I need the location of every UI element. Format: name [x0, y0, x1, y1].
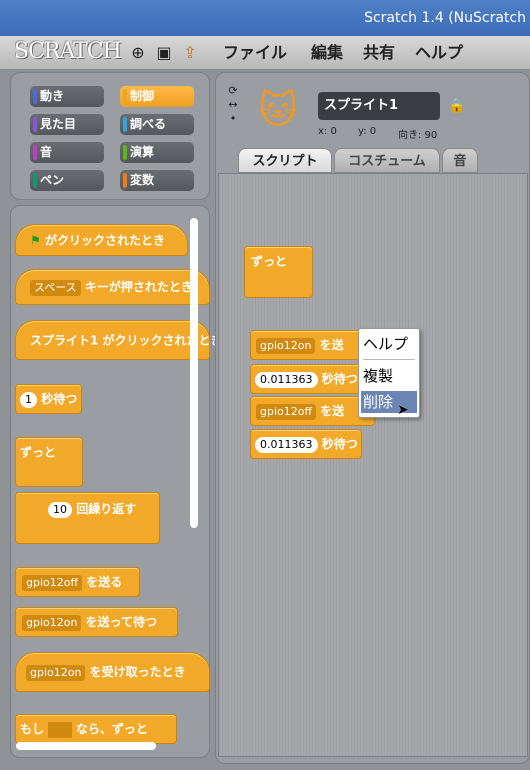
tab-scripts[interactable]: スクリプト [238, 148, 332, 173]
category-color-bar [33, 145, 37, 160]
block-label: 秒待つ [41, 392, 78, 406]
category-label: 動き [40, 89, 65, 103]
block-label: 秒待つ [321, 437, 358, 451]
block-when-flag-clicked[interactable]: ⚑ がクリックされたとき [15, 224, 188, 256]
block-label: を送る [86, 575, 123, 589]
block-label: なら、ずっと [75, 722, 148, 736]
category-operators[interactable]: 演算 [120, 142, 194, 163]
block-label: もし [20, 722, 45, 736]
category-color-bar [33, 89, 37, 104]
broadcast-dropdown[interactable]: gpio12on [256, 338, 316, 354]
category-looks[interactable]: 見た目 [30, 114, 104, 135]
menu-bar: SCRATCH ⊕ ▣ ⇪ ファイル 編集 共有 ヘルプ [0, 36, 530, 70]
block-label: キーが押されたとき [84, 280, 193, 294]
palette-vertical-scrollbar[interactable] [190, 218, 198, 528]
lock-icon[interactable]: 🔒 [448, 98, 465, 114]
block-label: を送 [320, 404, 345, 418]
context-menu: ヘルプ 複製 削除 [358, 328, 420, 418]
tab-sounds[interactable]: 音 [442, 148, 478, 173]
category-label: 変数 [130, 173, 155, 187]
broadcast-dropdown[interactable]: gpio12off [22, 575, 83, 591]
broadcast-wait-dropdown[interactable]: gpio12on [22, 615, 82, 631]
category-label: 調べる [130, 117, 167, 131]
scratch-logo: SCRATCH [14, 39, 122, 64]
language-globe-icon[interactable]: ⊕ [128, 43, 148, 63]
category-color-bar [123, 145, 127, 160]
share-upload-icon[interactable]: ⇪ [180, 43, 200, 63]
category-pen[interactable]: ペン [30, 170, 104, 191]
category-variables[interactable]: 変数 [120, 170, 194, 191]
sprite-name-field[interactable]: スプライト1 [318, 92, 440, 120]
script-broadcast-off-block[interactable]: gpio12off を送 [250, 396, 375, 426]
block-label: を送 [319, 338, 344, 352]
block-label: 回繰り返す [76, 502, 137, 516]
sprite-direction: 向き: 90 [398, 130, 438, 141]
sprite-x: x: 0 [318, 126, 337, 137]
menu-edit[interactable]: 編集 [311, 41, 343, 65]
tab-costumes[interactable]: コスチューム [334, 148, 440, 173]
category-color-bar [33, 117, 37, 132]
wait-seconds-input[interactable]: 0.011363 [255, 372, 318, 388]
block-forever-if[interactable]: もし なら、ずっと [15, 714, 177, 744]
window-title: Scratch 1.4 (NuScratch [364, 10, 526, 26]
block-broadcast-and-wait[interactable]: gpio12on を送って待つ [15, 607, 178, 637]
wait-seconds-input[interactable]: 0.011363 [255, 437, 318, 453]
green-flag-icon: ⚑ [30, 233, 41, 248]
receive-dropdown[interactable]: gpio12on [26, 665, 86, 681]
block-broadcast[interactable]: gpio12off を送る [15, 567, 140, 597]
block-repeat[interactable]: 10 回繰り返す [15, 492, 160, 544]
block-wait[interactable]: 1 秒待つ [15, 384, 82, 414]
menu-divider [363, 359, 415, 360]
sprite-y: y: 0 [358, 126, 377, 137]
category-label: 演算 [130, 145, 155, 159]
block-when-sprite-clicked[interactable]: スプライト1 がクリックされたとき [15, 320, 223, 360]
category-label: ペン [40, 173, 65, 187]
save-icon[interactable]: ▣ [154, 43, 174, 63]
category-color-bar [123, 89, 127, 104]
block-label: がクリックされたとき [44, 233, 165, 248]
script-wait-block[interactable]: 0.011363 秒待つ [250, 429, 362, 459]
context-menu-duplicate[interactable]: 複製 [361, 365, 417, 387]
category-motion[interactable]: 動き [30, 86, 104, 107]
block-label: を送って待つ [85, 615, 158, 629]
broadcast-dropdown[interactable]: gpio12off [256, 404, 317, 420]
block-label: ずっと [251, 254, 288, 269]
block-when-key-pressed[interactable]: スペース キーが押されたとき [15, 269, 210, 305]
category-control[interactable]: 制御 [120, 86, 194, 107]
category-color-bar [123, 173, 127, 188]
category-sensing[interactable]: 調べる [120, 114, 194, 135]
menu-file[interactable]: ファイル [223, 41, 287, 65]
script-forever-block[interactable]: ずっと [244, 246, 313, 298]
menu-help[interactable]: ヘルプ [415, 41, 463, 65]
palette-horizontal-scrollbar[interactable] [16, 742, 156, 750]
repeat-count-input[interactable]: 10 [48, 502, 72, 518]
script-wait-block[interactable]: 0.011363 秒待つ [250, 364, 362, 394]
condition-slot[interactable] [48, 722, 72, 738]
category-sound[interactable]: 音 [30, 142, 104, 163]
window-title-bar: Scratch 1.4 (NuScratch [0, 0, 530, 36]
category-label: 制御 [130, 89, 155, 103]
mouse-cursor-icon: ➤ [397, 402, 409, 418]
category-label: 見た目 [40, 117, 77, 131]
wait-seconds-input[interactable]: 1 [20, 392, 37, 408]
rotation-style-icons[interactable]: ⟳ ↔ • [226, 84, 240, 130]
script-broadcast-on-block[interactable]: gpio12on を送 [250, 330, 368, 360]
category-color-bar [33, 173, 37, 188]
block-label: ずっと [20, 445, 57, 460]
menu-share[interactable]: 共有 [363, 41, 395, 65]
block-label: を受け取ったとき [89, 665, 186, 679]
block-when-receive[interactable]: gpio12on を受け取ったとき [15, 652, 210, 692]
block-forever[interactable]: ずっと [15, 437, 83, 487]
key-dropdown[interactable]: スペース [30, 280, 81, 296]
category-label: 音 [40, 145, 53, 159]
block-label: 秒待つ [321, 372, 358, 386]
context-menu-help[interactable]: ヘルプ [361, 333, 417, 355]
category-color-bar [123, 117, 127, 132]
sprite-thumbnail-cat-icon[interactable]: 🐱 [252, 84, 304, 136]
